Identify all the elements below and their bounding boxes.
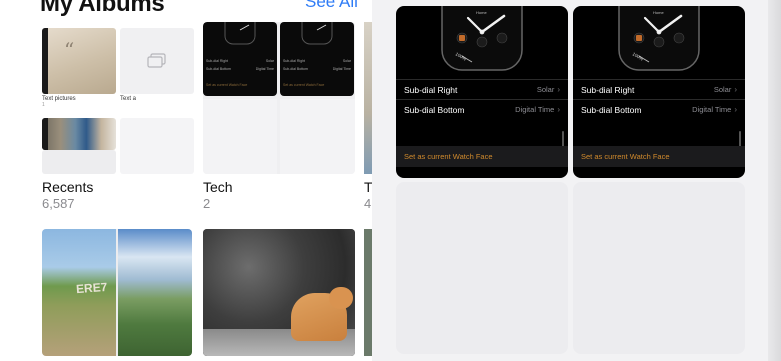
setting-value: Solar	[536, 85, 555, 94]
setting-label: Sub-dial Right	[404, 84, 458, 95]
album-recents-count: 6,587	[42, 196, 75, 211]
album-tech-name: Tech	[203, 179, 233, 195]
recents-grid-count: 1	[42, 102, 45, 108]
setting-row-subdial-right[interactable]: Sub-dial Right Solar ›	[573, 79, 745, 99]
edge-peek-panel	[768, 0, 781, 361]
chevron-right-icon: ›	[734, 105, 737, 114]
setting-label: Sub-dial Bottom	[581, 104, 642, 115]
chevron-right-icon: ›	[734, 85, 737, 94]
mini-watch-screen: Sub-dial Right Solar Sub-dial Bottom Digit…	[280, 22, 354, 96]
chevron-right-icon: ›	[557, 85, 560, 94]
stack-photos-icon	[147, 53, 166, 68]
setting-value: Digital Time	[692, 105, 732, 114]
album-landscape-thumbnail[interactable]: ERE7	[42, 229, 192, 356]
recents-grid-item: “ Text pictures 1	[42, 28, 116, 108]
watch-face-preview	[301, 22, 333, 45]
watch-face-screen: Home 100% Sub-dial Right Solar › Sub-dial…	[573, 6, 745, 178]
setting-label: Sub-dial Right	[581, 84, 635, 95]
see-all-link[interactable]: See All	[305, 0, 358, 12]
mini-row-value: Solar	[265, 59, 274, 63]
face-top-label: Home	[653, 10, 664, 15]
setting-row-subdial-bottom[interactable]: Sub-dial Bottom Digital Time ›	[573, 99, 745, 119]
recents-grid-item: Text a	[120, 28, 194, 102]
setting-row-subdial-right[interactable]: Sub-dial Right Solar ›	[396, 79, 568, 99]
album-tech-thumbnail[interactable]: Sub-dial Right Solar Sub-dial Bottom Digit…	[203, 22, 355, 174]
mini-row-value: Digital Time	[332, 67, 351, 71]
watch-face-dial	[441, 6, 523, 71]
chevron-right-icon: ›	[557, 105, 560, 114]
album-tech-count: 2	[203, 196, 211, 211]
empty-album-thumbnail	[120, 28, 194, 94]
page-title: My Albums	[40, 0, 165, 17]
mini-row-label: Sub-dial Bottom	[206, 67, 231, 71]
mini-row-value: Solar	[342, 59, 351, 63]
album-recents-thumbnail[interactable]: “ Text pictures 1 Text a	[42, 28, 194, 174]
setting-row-subdial-bottom[interactable]: Sub-dial Bottom Digital Time ›	[396, 99, 568, 119]
photo-thumbnail: “	[42, 28, 116, 94]
photo-thumbnail	[120, 118, 194, 174]
mini-row-value: Digital Time	[255, 67, 274, 71]
placeholder-card	[573, 182, 745, 354]
mini-action: Set as current Watch Face	[283, 83, 325, 87]
photo-thumbnail	[42, 118, 116, 150]
album-cat-thumbnail[interactable]	[203, 229, 355, 356]
mini-row-label: Sub-dial Right	[283, 59, 305, 63]
recents-grid-item	[120, 118, 194, 174]
watch-face-preview	[224, 22, 256, 45]
watch-face-dial	[618, 6, 700, 71]
watch-face-screen: Home 100% Sub-dial Right Solar › Sub-dial…	[396, 6, 568, 178]
recents-grid-label: Text a	[120, 96, 137, 102]
set-current-watch-face-button[interactable]: Set as current Watch Face	[396, 146, 568, 167]
mini-action: Set as current Watch Face	[206, 83, 248, 87]
photos-albums-panel: My Albums See All “ Text pictures 1 Text…	[0, 0, 372, 361]
album-third-name: T	[364, 179, 372, 195]
placeholder-card	[396, 182, 568, 354]
setting-value: Digital Time	[515, 105, 555, 114]
set-current-watch-face-button[interactable]: Set as current Watch Face	[573, 146, 745, 167]
mini-row-label: Sub-dial Bottom	[283, 67, 308, 71]
setting-value: Solar	[713, 85, 732, 94]
album-peek-thumbnail[interactable]	[364, 229, 372, 356]
face-top-label: Home	[476, 10, 487, 15]
mini-row-label: Sub-dial Right	[206, 59, 228, 63]
album-third-count: 4	[364, 196, 372, 211]
mini-watch-screen: Sub-dial Right Solar Sub-dial Bottom Digit…	[203, 22, 277, 96]
album-third-thumbnail[interactable]	[364, 22, 372, 174]
setting-label: Sub-dial Bottom	[404, 104, 465, 115]
album-recents-name: Recents	[42, 179, 94, 195]
recents-grid-item	[42, 118, 116, 150]
